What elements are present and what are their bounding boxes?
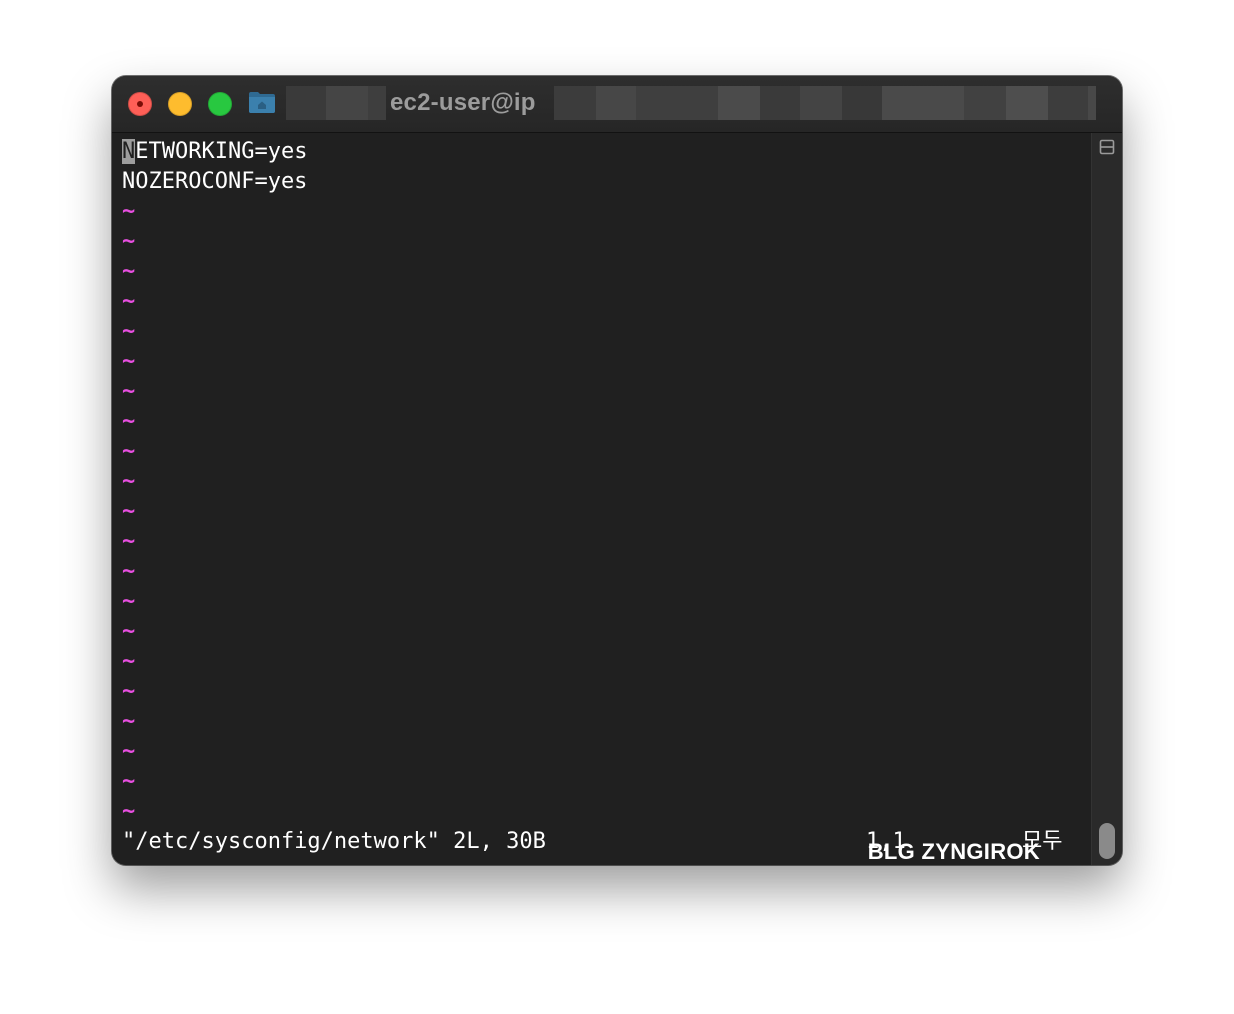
redacted-block: [718, 86, 760, 120]
editor-line[interactable]: NETWORKING=yes: [122, 137, 307, 167]
status-cursor-position: 1,1: [866, 829, 906, 854]
close-icon[interactable]: [128, 92, 152, 116]
redacted-block: [800, 86, 842, 120]
redacted-block: [1006, 86, 1048, 120]
line-text: ETWORKING=yes: [135, 139, 308, 164]
tilde-marker: ~: [122, 739, 136, 764]
text-cursor: N: [122, 139, 136, 164]
tilde-marker: ~: [122, 769, 136, 794]
tilde-marker: ~: [122, 259, 136, 284]
terminal-window: ec2-user@ip NETWORKING=yes NOZEROCONF=ye…: [112, 76, 1122, 865]
tilde-marker: ~: [122, 649, 136, 674]
line-text: NOZEROCONF=yes: [122, 169, 308, 194]
tilde-marker: ~: [122, 709, 136, 734]
tilde-marker: ~: [122, 589, 136, 614]
folder-home-icon: [249, 92, 275, 113]
redacted-block: [1048, 86, 1088, 120]
minimize-icon[interactable]: [168, 92, 192, 116]
tilde-marker: ~: [122, 559, 136, 584]
tilde-marker: ~: [122, 469, 136, 494]
scrollbar-thumb[interactable]: [1099, 823, 1115, 859]
tilde-marker: ~: [122, 799, 136, 824]
redacted-block: [596, 86, 636, 120]
redacted-block: [964, 86, 1006, 120]
window-title: ec2-user@ip: [390, 89, 536, 116]
title-bar[interactable]: ec2-user@ip: [112, 76, 1122, 133]
scrollbar[interactable]: [1091, 133, 1122, 865]
status-scroll-indicator: 모두: [1022, 829, 1063, 854]
tilde-marker: ~: [122, 289, 136, 314]
tilde-marker: ~: [122, 679, 136, 704]
redacted-block: [286, 86, 326, 120]
tilde-marker: ~: [122, 319, 136, 344]
redacted-block: [760, 86, 800, 120]
redacted-block: [1088, 86, 1096, 120]
tilde-marker: ~: [122, 439, 136, 464]
redacted-block: [882, 86, 964, 120]
maximize-icon[interactable]: [208, 92, 232, 116]
redacted-block: [554, 86, 596, 120]
editor-line[interactable]: NOZEROCONF=yes: [122, 167, 307, 197]
tilde-marker: ~: [122, 529, 136, 554]
split-pane-icon[interactable]: [1099, 139, 1115, 155]
tilde-marker: ~: [122, 229, 136, 254]
tilde-marker: ~: [122, 379, 136, 404]
redacted-block: [326, 86, 368, 120]
redacted-block: [368, 86, 386, 120]
tilde-marker: ~: [122, 199, 136, 224]
tilde-marker: ~: [122, 409, 136, 434]
redacted-block: [636, 86, 718, 120]
redacted-block: [842, 86, 882, 120]
tilde-marker: ~: [122, 349, 136, 374]
vim-editor[interactable]: NETWORKING=yes NOZEROCONF=yes ~ ~ ~ ~ ~ ~ ~ ~ ~ ~…: [112, 133, 1092, 865]
tilde-marker: ~: [122, 619, 136, 644]
status-file-info: "/etc/sysconfig/network" 2L, 30B: [122, 829, 546, 854]
tilde-marker: ~: [122, 499, 136, 524]
